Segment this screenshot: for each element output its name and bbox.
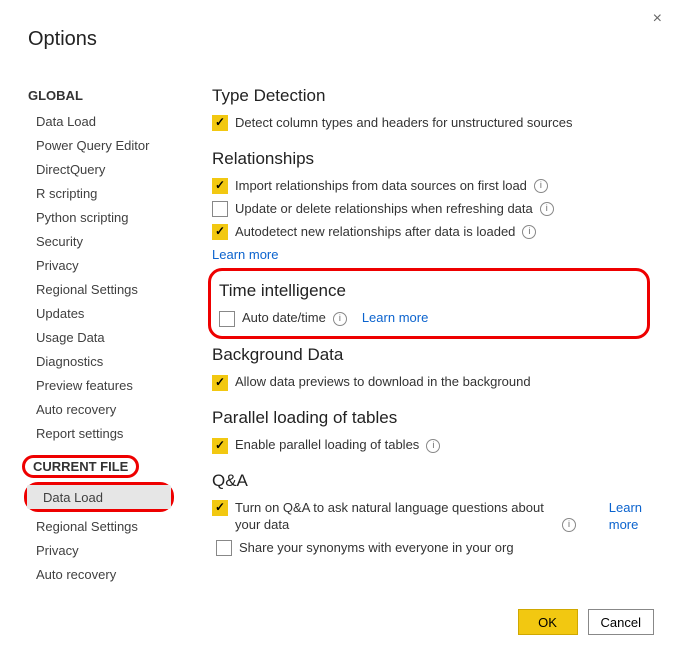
content-panel: Type Detection ✓ Detect column types and… bbox=[198, 82, 656, 591]
nav-global-updates[interactable]: Updates bbox=[20, 301, 178, 325]
checkbox-auto-datetime[interactable] bbox=[219, 311, 235, 327]
label-rel-update: Update or delete relationships when refr… bbox=[235, 201, 533, 218]
checkbox-parallel[interactable]: ✓ bbox=[212, 438, 228, 454]
sidebar-header-current-file: CURRENT FILE bbox=[33, 459, 128, 474]
highlight-time-intelligence: Time intelligence Auto date/time i Learn… bbox=[208, 268, 650, 339]
label-rel-import: Import relationships from data sources o… bbox=[235, 178, 527, 195]
checkbox-rel-update[interactable] bbox=[212, 201, 228, 217]
label-type-detection: Detect column types and headers for unst… bbox=[235, 115, 572, 132]
highlight-current-file-data-load: Data Load bbox=[24, 482, 174, 512]
nav-global-regional[interactable]: Regional Settings bbox=[20, 277, 178, 301]
nav-global-diagnostics[interactable]: Diagnostics bbox=[20, 349, 178, 373]
checkbox-qna-share-synonyms[interactable] bbox=[216, 540, 232, 556]
info-icon[interactable]: i bbox=[534, 179, 548, 193]
info-icon[interactable]: i bbox=[522, 225, 536, 239]
nav-global-security[interactable]: Security bbox=[20, 229, 178, 253]
nav-current-privacy[interactable]: Privacy bbox=[20, 538, 178, 562]
nav-global-python-scripting[interactable]: Python scripting bbox=[20, 205, 178, 229]
nav-global-report-settings[interactable]: Report settings bbox=[20, 421, 178, 445]
ok-button[interactable]: OK bbox=[518, 609, 578, 635]
sidebar-header-global: GLOBAL bbox=[20, 84, 178, 109]
nav-current-regional[interactable]: Regional Settings bbox=[20, 514, 178, 538]
section-title-type-detection: Type Detection bbox=[198, 82, 656, 106]
nav-global-auto-recovery[interactable]: Auto recovery bbox=[20, 397, 178, 421]
info-icon[interactable]: i bbox=[562, 518, 576, 532]
checkbox-qna-enable[interactable]: ✓ bbox=[212, 500, 228, 516]
nav-global-data-load[interactable]: Data Load bbox=[20, 109, 178, 133]
nav-global-r-scripting[interactable]: R scripting bbox=[20, 181, 178, 205]
info-icon[interactable]: i bbox=[426, 439, 440, 453]
section-title-time-intelligence: Time intelligence bbox=[215, 277, 643, 301]
nav-global-directquery[interactable]: DirectQuery bbox=[20, 157, 178, 181]
dialog-title: Options bbox=[28, 28, 97, 51]
sidebar: GLOBAL Data Load Power Query Editor Dire… bbox=[20, 82, 178, 584]
link-learn-more-time[interactable]: Learn more bbox=[362, 310, 428, 327]
link-learn-more-relationships[interactable]: Learn more bbox=[212, 247, 278, 264]
label-background-data: Allow data previews to download in the b… bbox=[235, 374, 531, 391]
info-icon[interactable]: i bbox=[540, 202, 554, 216]
label-rel-autodetect: Autodetect new relationships after data … bbox=[235, 224, 515, 241]
section-title-relationships: Relationships bbox=[198, 135, 656, 169]
checkbox-type-detection[interactable]: ✓ bbox=[212, 115, 228, 131]
label-auto-datetime: Auto date/time bbox=[242, 310, 326, 327]
info-icon[interactable]: i bbox=[333, 312, 347, 326]
close-icon[interactable]: × bbox=[653, 10, 662, 28]
dialog-buttons: OK Cancel bbox=[518, 609, 654, 635]
section-title-qna: Q&A bbox=[198, 457, 656, 491]
checkbox-rel-autodetect[interactable]: ✓ bbox=[212, 224, 228, 240]
link-learn-more-qna[interactable]: Learn more bbox=[609, 500, 642, 534]
section-title-background-data: Background Data bbox=[198, 341, 656, 365]
nav-current-auto-recovery[interactable]: Auto recovery bbox=[20, 562, 178, 584]
nav-global-preview-features[interactable]: Preview features bbox=[20, 373, 178, 397]
nav-global-privacy[interactable]: Privacy bbox=[20, 253, 178, 277]
nav-current-data-load[interactable]: Data Load bbox=[27, 485, 171, 509]
label-parallel: Enable parallel loading of tables bbox=[235, 437, 419, 454]
checkbox-background-data[interactable]: ✓ bbox=[212, 375, 228, 391]
nav-global-usage-data[interactable]: Usage Data bbox=[20, 325, 178, 349]
checkbox-rel-import[interactable]: ✓ bbox=[212, 178, 228, 194]
label-qna-enable: Turn on Q&A to ask natural language ques… bbox=[235, 500, 555, 534]
nav-global-power-query[interactable]: Power Query Editor bbox=[20, 133, 178, 157]
section-title-parallel: Parallel loading of tables bbox=[198, 394, 656, 428]
highlight-current-file-header: CURRENT FILE bbox=[22, 455, 139, 478]
label-qna-share-synonyms: Share your synonyms with everyone in you… bbox=[239, 540, 514, 557]
cancel-button[interactable]: Cancel bbox=[588, 609, 654, 635]
